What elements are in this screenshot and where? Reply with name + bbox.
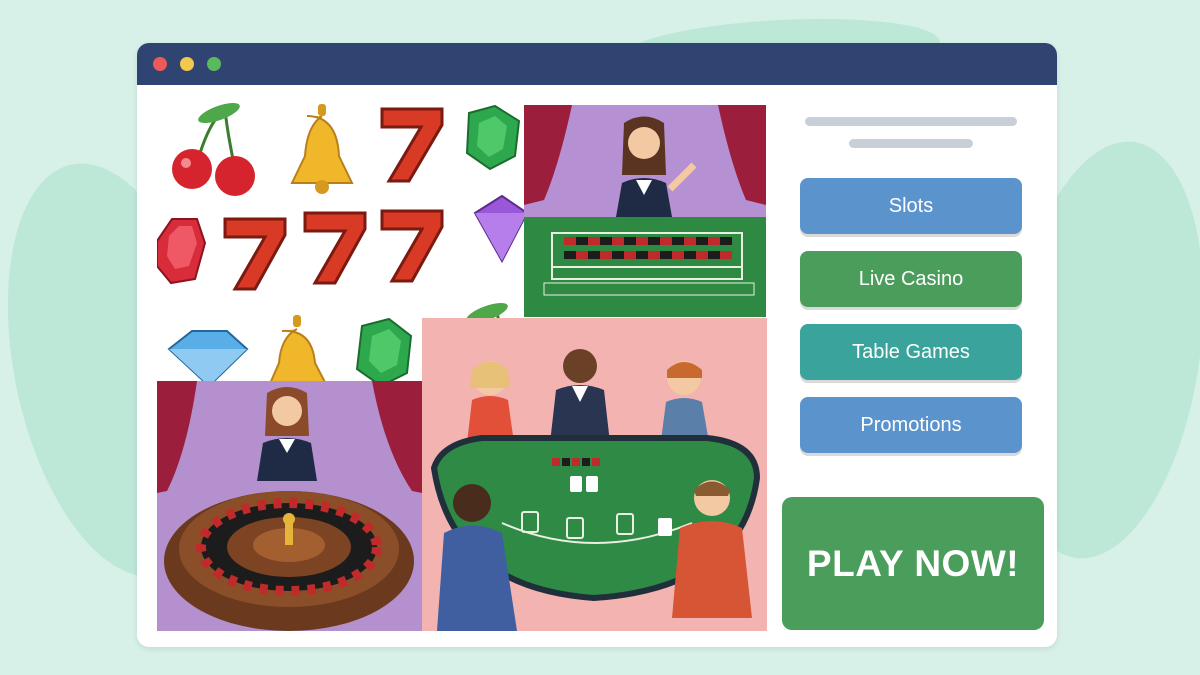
bell-icon: [290, 104, 354, 194]
diamond-icon: [167, 330, 249, 383]
table-games-button[interactable]: Table Games: [800, 324, 1022, 380]
roulette-betting-table: [524, 217, 766, 317]
emerald-icon: [465, 104, 521, 171]
cherry-icon: [172, 103, 255, 196]
bell-icon: [269, 315, 327, 383]
browser-window: Slots Live Casino Table Games Promotions…: [137, 43, 1057, 647]
window-titlebar: [137, 43, 1057, 85]
maximize-dot[interactable]: [207, 57, 221, 71]
emerald-icon: [355, 317, 413, 383]
blackjack-table-illustration[interactable]: [422, 318, 767, 631]
minimize-dot[interactable]: [180, 57, 194, 71]
seven-icon: [223, 209, 444, 291]
slots-button[interactable]: Slots: [800, 178, 1022, 234]
roulette-wheel-illustration[interactable]: [157, 381, 422, 631]
seven-icon: [380, 107, 444, 183]
amethyst-icon: [473, 194, 527, 264]
play-now-button[interactable]: PLAY NOW!: [782, 497, 1044, 630]
player-figure: [467, 361, 514, 443]
subheader-placeholder-line: [849, 139, 973, 148]
close-dot[interactable]: [153, 57, 167, 71]
live-casino-button[interactable]: Live Casino: [800, 251, 1022, 307]
ruby-icon: [157, 218, 207, 285]
header-placeholder-line: [805, 117, 1017, 126]
roulette-wheel: [164, 491, 414, 631]
live-dealer-table-illustration[interactable]: [524, 105, 766, 317]
promotions-button[interactable]: Promotions: [800, 397, 1022, 453]
